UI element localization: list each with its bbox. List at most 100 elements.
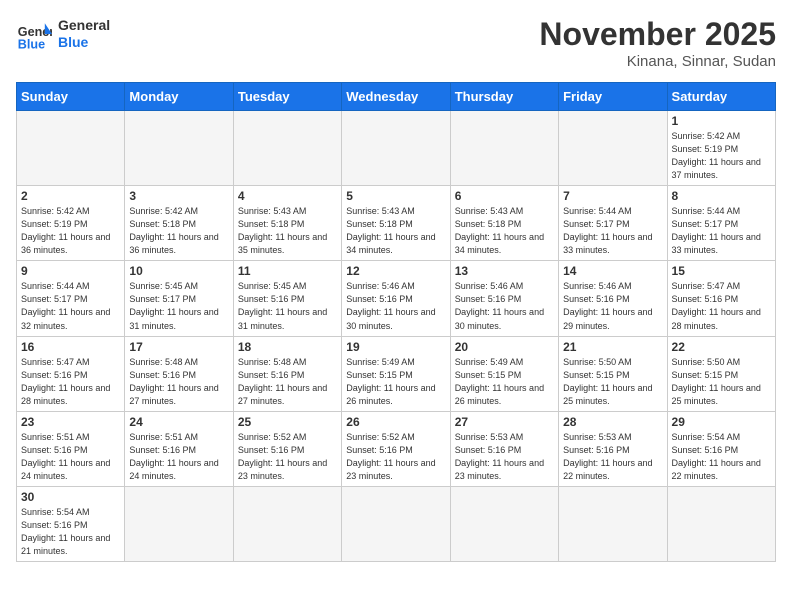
day-info: Sunrise: 5:43 AMSunset: 5:18 PMDaylight:… — [346, 205, 445, 257]
calendar-cell — [125, 486, 233, 561]
day-number: 30 — [21, 490, 120, 504]
weekday-header-friday: Friday — [559, 83, 667, 111]
day-number: 19 — [346, 340, 445, 354]
calendar-cell: 15 Sunrise: 5:47 AMSunset: 5:16 PMDayligh… — [667, 261, 775, 336]
day-info: Sunrise: 5:51 AMSunset: 5:16 PMDaylight:… — [21, 431, 120, 483]
calendar-cell — [450, 111, 558, 186]
day-info: Sunrise: 5:53 AMSunset: 5:16 PMDaylight:… — [563, 431, 662, 483]
day-number: 17 — [129, 340, 228, 354]
day-info: Sunrise: 5:50 AMSunset: 5:15 PMDaylight:… — [563, 356, 662, 408]
day-number: 1 — [672, 114, 771, 128]
calendar-cell: 2 Sunrise: 5:42 AMSunset: 5:19 PMDaylight… — [17, 186, 125, 261]
calendar-cell: 18Sunrise: 5:48 AMSunset: 5:16 PMDayligh… — [233, 336, 341, 411]
logo-blue-text: Blue — [58, 34, 110, 51]
day-number: 24 — [129, 415, 228, 429]
page-header: General Blue General Blue November 2025 … — [16, 16, 776, 70]
day-info: Sunrise: 5:44 AMSunset: 5:17 PMDaylight:… — [21, 280, 120, 332]
title-block: November 2025 Kinana, Sinnar, Sudan — [539, 16, 776, 70]
day-number: 6 — [455, 189, 554, 203]
calendar-cell: 17Sunrise: 5:48 AMSunset: 5:16 PMDayligh… — [125, 336, 233, 411]
calendar-cell: 24 Sunrise: 5:51 AMSunset: 5:16 PMDayligh… — [125, 411, 233, 486]
day-number: 27 — [455, 415, 554, 429]
day-number: 14 — [563, 264, 662, 278]
calendar-table: SundayMondayTuesdayWednesdayThursdayFrid… — [16, 82, 776, 562]
calendar-cell: 12 Sunrise: 5:46 AMSunset: 5:16 PMDayligh… — [342, 261, 450, 336]
day-number: 5 — [346, 189, 445, 203]
svg-text:Blue: Blue — [18, 37, 45, 51]
calendar-cell: 13 Sunrise: 5:46 AMSunset: 5:16 PMDayligh… — [450, 261, 558, 336]
day-number: 2 — [21, 189, 120, 203]
calendar-cell: 19 Sunrise: 5:49 AMSunset: 5:15 PMDayligh… — [342, 336, 450, 411]
day-info: Sunrise: 5:43 AMSunset: 5:18 PMDaylight:… — [455, 205, 554, 257]
calendar-cell: 1Sunrise: 5:42 AMSunset: 5:19 PMDaylight… — [667, 111, 775, 186]
calendar-cell: 7Sunrise: 5:44 AMSunset: 5:17 PMDaylight… — [559, 186, 667, 261]
calendar-cell: 21 Sunrise: 5:50 AMSunset: 5:15 PMDayligh… — [559, 336, 667, 411]
calendar-cell: 28 Sunrise: 5:53 AMSunset: 5:16 PMDayligh… — [559, 411, 667, 486]
day-info: Sunrise: 5:45 AMSunset: 5:16 PMDaylight:… — [238, 280, 337, 332]
month-title: November 2025 — [539, 16, 776, 53]
logo-icon: General Blue — [16, 16, 52, 52]
day-info: Sunrise: 5:54 AMSunset: 5:16 PMDaylight:… — [21, 506, 120, 558]
day-number: 26 — [346, 415, 445, 429]
day-number: 28 — [563, 415, 662, 429]
weekday-header-wednesday: Wednesday — [342, 83, 450, 111]
calendar-cell — [342, 111, 450, 186]
day-info: Sunrise: 5:52 AMSunset: 5:16 PMDaylight:… — [238, 431, 337, 483]
calendar-cell: 9Sunrise: 5:44 AMSunset: 5:17 PMDaylight… — [17, 261, 125, 336]
calendar-cell: 6 Sunrise: 5:43 AMSunset: 5:18 PMDaylight… — [450, 186, 558, 261]
day-info: Sunrise: 5:53 AMSunset: 5:16 PMDaylight:… — [455, 431, 554, 483]
day-info: Sunrise: 5:42 AMSunset: 5:18 PMDaylight:… — [129, 205, 228, 257]
day-number: 20 — [455, 340, 554, 354]
day-number: 16 — [21, 340, 120, 354]
weekday-header-saturday: Saturday — [667, 83, 775, 111]
day-info: Sunrise: 5:52 AMSunset: 5:16 PMDaylight:… — [346, 431, 445, 483]
logo-general-text: General — [58, 17, 110, 34]
day-info: Sunrise: 5:49 AMSunset: 5:15 PMDaylight:… — [455, 356, 554, 408]
day-info: Sunrise: 5:51 AMSunset: 5:16 PMDaylight:… — [129, 431, 228, 483]
day-number: 15 — [672, 264, 771, 278]
calendar-cell: 23Sunrise: 5:51 AMSunset: 5:16 PMDayligh… — [17, 411, 125, 486]
day-number: 13 — [455, 264, 554, 278]
calendar-week-row: 2 Sunrise: 5:42 AMSunset: 5:19 PMDaylight… — [17, 186, 776, 261]
calendar-cell: 4Sunrise: 5:43 AMSunset: 5:18 PMDaylight… — [233, 186, 341, 261]
day-info: Sunrise: 5:49 AMSunset: 5:15 PMDaylight:… — [346, 356, 445, 408]
calendar-cell: 22 Sunrise: 5:50 AMSunset: 5:15 PMDayligh… — [667, 336, 775, 411]
calendar-cell — [667, 486, 775, 561]
day-number: 12 — [346, 264, 445, 278]
calendar-cell: 30 Sunrise: 5:54 AMSunset: 5:16 PMDayligh… — [17, 486, 125, 561]
calendar-cell: 11Sunrise: 5:45 AMSunset: 5:16 PMDayligh… — [233, 261, 341, 336]
day-info: Sunrise: 5:48 AMSunset: 5:16 PMDaylight:… — [238, 356, 337, 408]
calendar-cell: 14Sunrise: 5:46 AMSunset: 5:16 PMDayligh… — [559, 261, 667, 336]
calendar-cell: 16Sunrise: 5:47 AMSunset: 5:16 PMDayligh… — [17, 336, 125, 411]
weekday-header-tuesday: Tuesday — [233, 83, 341, 111]
day-info: Sunrise: 5:46 AMSunset: 5:16 PMDaylight:… — [346, 280, 445, 332]
calendar-cell: 29Sunrise: 5:54 AMSunset: 5:16 PMDayligh… — [667, 411, 775, 486]
day-info: Sunrise: 5:44 AMSunset: 5:17 PMDaylight:… — [672, 205, 771, 257]
weekday-header-monday: Monday — [125, 83, 233, 111]
calendar-week-row: 30 Sunrise: 5:54 AMSunset: 5:16 PMDayligh… — [17, 486, 776, 561]
calendar-cell: 20 Sunrise: 5:49 AMSunset: 5:15 PMDayligh… — [450, 336, 558, 411]
day-info: Sunrise: 5:44 AMSunset: 5:17 PMDaylight:… — [563, 205, 662, 257]
day-number: 8 — [672, 189, 771, 203]
calendar-cell: 10 Sunrise: 5:45 AMSunset: 5:17 PMDayligh… — [125, 261, 233, 336]
day-number: 21 — [563, 340, 662, 354]
day-info: Sunrise: 5:47 AMSunset: 5:16 PMDaylight:… — [672, 280, 771, 332]
day-number: 3 — [129, 189, 228, 203]
calendar-cell: 25Sunrise: 5:52 AMSunset: 5:16 PMDayligh… — [233, 411, 341, 486]
day-info: Sunrise: 5:50 AMSunset: 5:15 PMDaylight:… — [672, 356, 771, 408]
calendar-cell: 3 Sunrise: 5:42 AMSunset: 5:18 PMDaylight… — [125, 186, 233, 261]
calendar-cell — [559, 111, 667, 186]
day-info: Sunrise: 5:54 AMSunset: 5:16 PMDaylight:… — [672, 431, 771, 483]
day-info: Sunrise: 5:45 AMSunset: 5:17 PMDaylight:… — [129, 280, 228, 332]
calendar-week-row: 23Sunrise: 5:51 AMSunset: 5:16 PMDayligh… — [17, 411, 776, 486]
day-number: 4 — [238, 189, 337, 203]
calendar-cell — [17, 111, 125, 186]
calendar-cell: 26 Sunrise: 5:52 AMSunset: 5:16 PMDayligh… — [342, 411, 450, 486]
day-info: Sunrise: 5:42 AMSunset: 5:19 PMDaylight:… — [21, 205, 120, 257]
calendar-cell: 5 Sunrise: 5:43 AMSunset: 5:18 PMDaylight… — [342, 186, 450, 261]
weekday-header-thursday: Thursday — [450, 83, 558, 111]
day-number: 10 — [129, 264, 228, 278]
calendar-week-row: 1Sunrise: 5:42 AMSunset: 5:19 PMDaylight… — [17, 111, 776, 186]
day-number: 22 — [672, 340, 771, 354]
day-info: Sunrise: 5:46 AMSunset: 5:16 PMDaylight:… — [455, 280, 554, 332]
